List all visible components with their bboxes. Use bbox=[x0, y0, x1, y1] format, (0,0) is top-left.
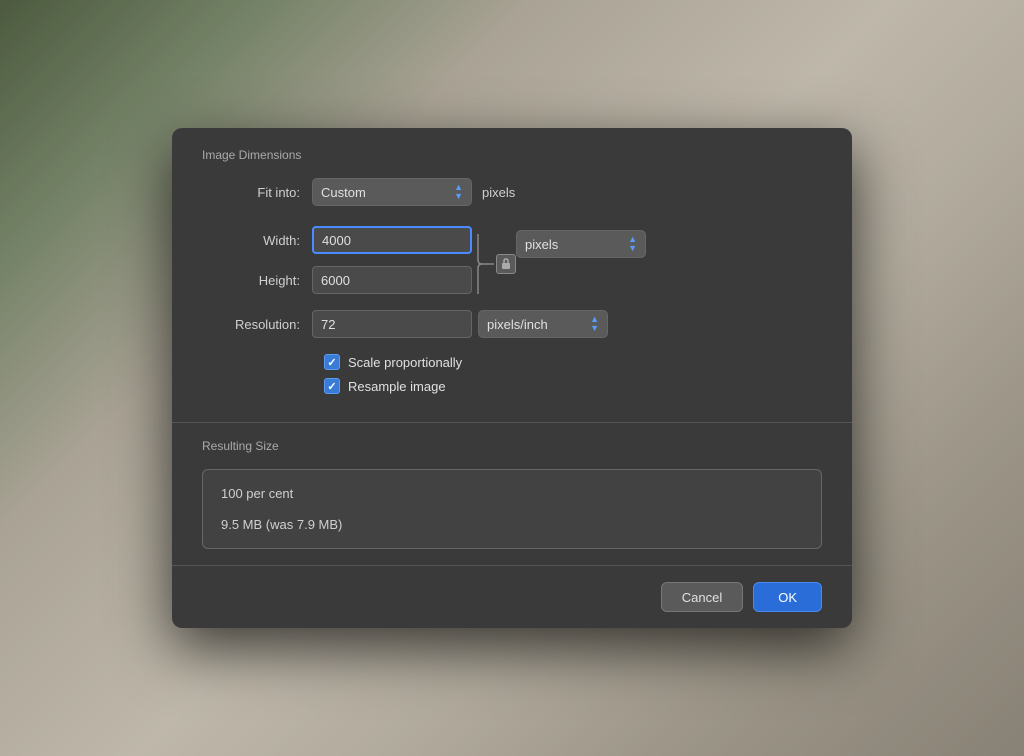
resulting-percent: 100 per cent bbox=[221, 486, 803, 501]
wh-group: Width: Height: bbox=[202, 226, 822, 298]
scale-proportionally-checkbox[interactable]: ✓ bbox=[324, 354, 340, 370]
resolution-row: Resolution: pixels/inch ▲ ▼ bbox=[202, 310, 822, 338]
scale-proportionally-label: Scale proportionally bbox=[348, 355, 462, 370]
wh-inputs: Width: Height: bbox=[202, 226, 472, 294]
lock-bracket-svg bbox=[476, 230, 494, 298]
pixels-unit-select[interactable]: pixels ▲ ▼ bbox=[516, 230, 646, 258]
resolution-unit-value: pixels/inch bbox=[487, 317, 548, 332]
arrow-down-icon: ▼ bbox=[590, 324, 599, 333]
fit-into-value: Custom bbox=[321, 185, 366, 200]
resample-image-label: Resample image bbox=[348, 379, 446, 394]
fit-into-arrows: ▲ ▼ bbox=[454, 183, 463, 201]
width-input[interactable] bbox=[312, 226, 472, 254]
arrow-down-icon: ▼ bbox=[628, 244, 637, 253]
fit-into-label: Fit into: bbox=[202, 185, 312, 200]
fit-into-unit-label: pixels bbox=[482, 185, 515, 200]
lock-icon[interactable] bbox=[496, 254, 516, 274]
resulting-size-value: 9.5 MB (was 7.9 MB) bbox=[221, 517, 803, 532]
width-label: Width: bbox=[202, 233, 312, 248]
arrow-down-icon: ▼ bbox=[454, 192, 463, 201]
resolution-input[interactable] bbox=[312, 310, 472, 338]
ok-button[interactable]: OK bbox=[753, 582, 822, 612]
pixels-unit-arrows: ▲ ▼ bbox=[628, 235, 637, 253]
height-row: Height: bbox=[202, 266, 472, 294]
cancel-button[interactable]: Cancel bbox=[661, 582, 743, 612]
resample-image-checkbox[interactable]: ✓ bbox=[324, 378, 340, 394]
check-icon: ✓ bbox=[327, 380, 336, 393]
section-title-image-dimensions: Image Dimensions bbox=[202, 148, 822, 162]
check-icon: ✓ bbox=[327, 356, 336, 369]
image-dimensions-dialog: Image Dimensions Fit into: Custom ▲ ▼ pi… bbox=[172, 128, 852, 628]
height-input[interactable] bbox=[312, 266, 472, 294]
scale-proportionally-row: ✓ Scale proportionally bbox=[202, 354, 822, 370]
pixels-unit-value: pixels bbox=[525, 237, 558, 252]
dialog-backdrop: Image Dimensions Fit into: Custom ▲ ▼ pi… bbox=[0, 0, 1024, 756]
unit-wrapper: pixels ▲ ▼ bbox=[516, 230, 646, 258]
resulting-size-section: Resulting Size 100 per cent 9.5 MB (was … bbox=[172, 423, 852, 566]
resulting-size-title: Resulting Size bbox=[202, 439, 822, 453]
resolution-unit-wrapper: pixels/inch ▲ ▼ bbox=[478, 310, 608, 338]
resulting-size-box: 100 per cent 9.5 MB (was 7.9 MB) bbox=[202, 469, 822, 549]
resample-image-row: ✓ Resample image bbox=[202, 378, 822, 394]
resolution-unit-arrows: ▲ ▼ bbox=[590, 315, 599, 333]
image-dimensions-section: Image Dimensions Fit into: Custom ▲ ▼ pi… bbox=[172, 128, 852, 423]
dialog-footer: Cancel OK bbox=[172, 566, 852, 628]
height-label: Height: bbox=[202, 273, 312, 288]
fit-into-select[interactable]: Custom ▲ ▼ bbox=[312, 178, 472, 206]
lock-svg bbox=[500, 258, 512, 270]
fit-into-row: Fit into: Custom ▲ ▼ pixels bbox=[202, 178, 822, 206]
lock-bracket-container bbox=[476, 230, 516, 298]
resolution-label: Resolution: bbox=[202, 317, 312, 332]
resolution-unit-select[interactable]: pixels/inch ▲ ▼ bbox=[478, 310, 608, 338]
width-row: Width: bbox=[202, 226, 472, 254]
